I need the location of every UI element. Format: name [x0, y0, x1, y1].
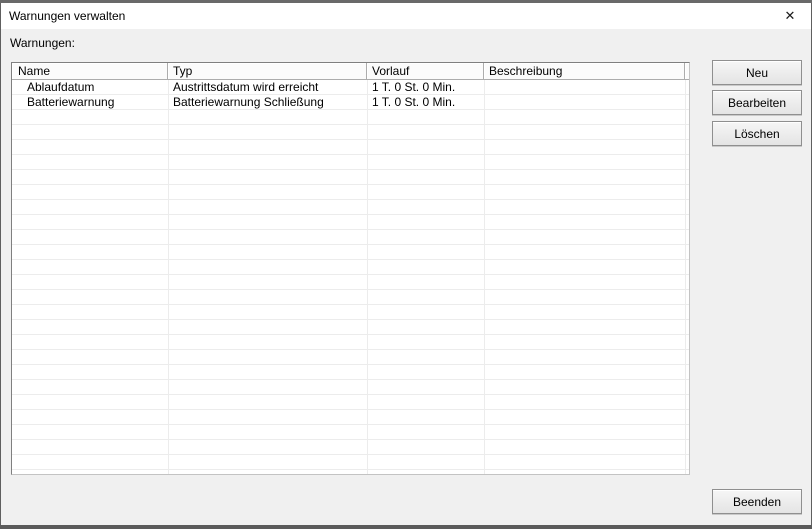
- background-window-bottom-strip: [0, 525, 812, 529]
- table-body[interactable]: Ablaufdatum Austrittsdatum wird erreicht…: [12, 80, 689, 474]
- bearbeiten-button[interactable]: Bearbeiten: [712, 90, 802, 115]
- column-header-vorlauf[interactable]: Vorlauf: [367, 63, 484, 80]
- table-row[interactable]: Ablaufdatum Austrittsdatum wird erreicht…: [12, 80, 689, 95]
- grid-line-vertical: [484, 80, 485, 474]
- cell-typ: Austrittsdatum wird erreicht: [168, 80, 367, 95]
- cell-name: Batteriewarnung: [12, 95, 168, 110]
- cell-vorlauf: 1 T. 0 St. 0 Min.: [367, 80, 484, 95]
- table-header: Name Typ Vorlauf Beschreibung: [12, 63, 689, 80]
- column-header-stub: [685, 63, 689, 80]
- cell-beschreibung: [484, 95, 685, 110]
- column-header-beschreibung[interactable]: Beschreibung: [484, 63, 685, 80]
- cell-typ: Batteriewarnung Schließung: [168, 95, 367, 110]
- grid-line-vertical: [168, 80, 169, 474]
- close-button[interactable]: ✕: [773, 3, 807, 29]
- warnings-table[interactable]: Name Typ Vorlauf Beschreibung Ablaufdatu…: [11, 62, 690, 475]
- column-header-typ[interactable]: Typ: [168, 63, 367, 80]
- grid-line-vertical: [367, 80, 368, 474]
- close-icon: ✕: [785, 9, 796, 24]
- loeschen-button[interactable]: Löschen: [712, 121, 802, 146]
- neu-button[interactable]: Neu: [712, 60, 802, 85]
- dialog-warnungen-verwalten: Warnungen verwalten ✕ Warnungen: Name Ty…: [0, 0, 812, 529]
- title-bar: Warnungen verwalten ✕: [1, 3, 811, 29]
- warnings-label: Warnungen:: [10, 36, 75, 50]
- cell-beschreibung: [484, 80, 685, 95]
- cell-name: Ablaufdatum: [12, 80, 168, 95]
- table-row[interactable]: Batteriewarnung Batteriewarnung Schließu…: [12, 95, 689, 110]
- column-header-name[interactable]: Name: [12, 63, 168, 80]
- beenden-button[interactable]: Beenden: [712, 489, 802, 514]
- window-title: Warnungen verwalten: [1, 9, 125, 23]
- cell-vorlauf: 1 T. 0 St. 0 Min.: [367, 95, 484, 110]
- grid-line-vertical: [685, 80, 686, 474]
